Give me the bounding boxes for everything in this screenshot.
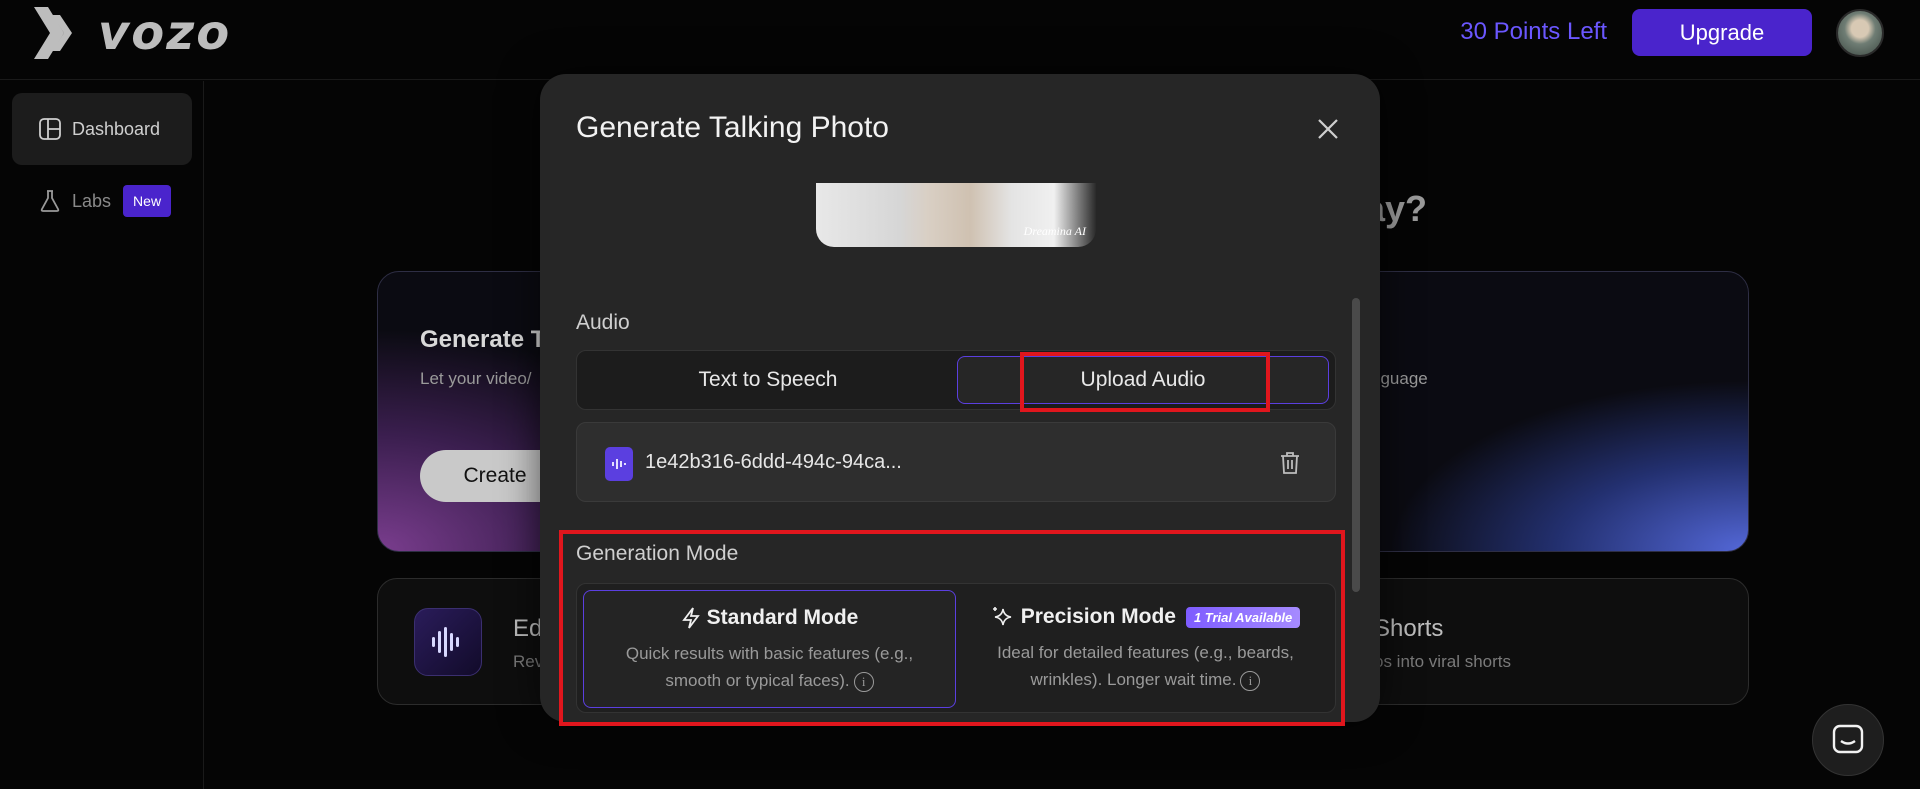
info-icon[interactable]: i: [1240, 670, 1261, 691]
tool-subtitle: Rev: [513, 652, 544, 671]
standard-mode-option[interactable]: Standard Mode Quick results with basic f…: [583, 590, 956, 708]
upgrade-button[interactable]: Upgrade: [1632, 9, 1812, 56]
tab-upload-audio[interactable]: Upload Audio: [957, 356, 1329, 404]
avatar[interactable]: [1836, 9, 1884, 57]
close-icon[interactable]: [1313, 114, 1343, 144]
sidebar-item-label: Dashboard: [72, 118, 161, 139]
precision-mode-title: Precision Mode: [1020, 605, 1176, 628]
trash-icon[interactable]: [1277, 449, 1303, 477]
audio-label: Audio: [576, 311, 630, 334]
audio-file-icon: [605, 447, 633, 481]
logo-text: vozo: [98, 5, 232, 61]
layout-icon: [38, 117, 62, 141]
hero-title: Generate T: [420, 326, 546, 353]
flask-icon: [38, 189, 62, 213]
shorts-subtitle: os into viral shorts: [1374, 652, 1511, 671]
generate-talking-photo-modal: Generate Talking Photo Dreamina AI Audio…: [540, 74, 1380, 722]
photo-preview: Dreamina AI: [816, 183, 1096, 247]
chat-support-button[interactable]: [1812, 704, 1884, 776]
tool-title: Ed: [513, 615, 543, 642]
standard-mode-title: Standard Mode: [706, 606, 859, 629]
points-left: 30 Points Left: [1460, 18, 1607, 45]
sparkle-icon: [992, 607, 1011, 626]
vozo-logo[interactable]: vozo: [34, 5, 232, 61]
hero-subtitle: Let your video/: [420, 369, 532, 388]
modal-scrollbar[interactable]: [1352, 298, 1360, 592]
uploaded-audio-file: 1e42b316-6ddd-494c-94ca...: [576, 422, 1336, 502]
audio-source-toggle: Text to Speech Upload Audio: [576, 350, 1336, 410]
generation-mode-selector: Standard Mode Quick results with basic f…: [576, 583, 1336, 713]
lightning-icon: [681, 607, 700, 629]
sidebar-item-dashboard[interactable]: Dashboard: [12, 93, 192, 165]
sidebar: Dashboard Labs New: [0, 81, 204, 789]
modal-title: Generate Talking Photo: [576, 111, 889, 144]
logo-chevron-icon: [34, 7, 72, 59]
sidebar-item-label: Labs: [72, 190, 112, 211]
sidebar-item-labs[interactable]: Labs New: [12, 165, 192, 237]
audio-wave-icon: [414, 608, 482, 676]
shorts-title: Shorts: [1374, 615, 1444, 642]
trial-badge: 1 Trial Available: [1185, 606, 1301, 628]
precision-mode-option[interactable]: Precision Mode 1 Trial Available Ideal f…: [959, 590, 1332, 708]
new-badge: New: [123, 185, 172, 217]
tab-text-to-speech[interactable]: Text to Speech: [582, 356, 954, 404]
top-header: vozo 30 Points Left Upgrade: [0, 0, 1920, 80]
info-icon[interactable]: i: [853, 671, 874, 692]
chat-icon: [1832, 724, 1864, 754]
file-name: 1e42b316-6ddd-494c-94ca...: [645, 451, 902, 473]
photo-watermark: Dreamina AI: [1023, 224, 1086, 238]
generation-mode-label: Generation Mode: [576, 542, 739, 565]
